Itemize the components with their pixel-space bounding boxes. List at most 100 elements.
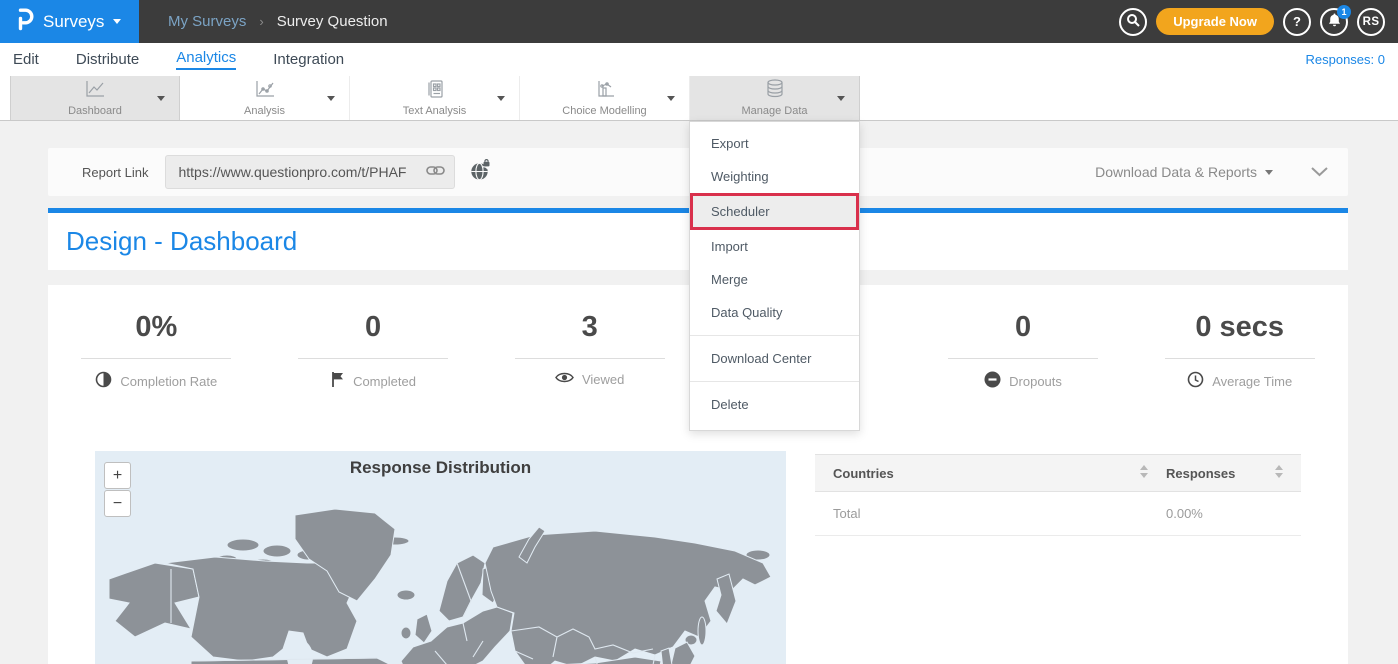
stat-label: Completed — [353, 374, 416, 389]
stat-value: 0% — [48, 309, 265, 345]
database-icon — [764, 79, 786, 103]
report-url-box — [165, 155, 455, 189]
stat-value: 0 — [915, 309, 1132, 345]
map-zoom-out-button[interactable]: − — [104, 490, 131, 517]
map-zoom-controls: + − — [104, 462, 131, 517]
tab-manage-data[interactable]: Manage Data — [690, 76, 860, 120]
stat-value: 3 — [481, 309, 698, 345]
stat-average-time: 0 secs Average Time — [1131, 309, 1348, 391]
tab-label: Text Analysis — [403, 105, 467, 117]
tab-label: Analysis — [244, 105, 285, 117]
menu-item-data-quality[interactable]: Data Quality — [690, 296, 859, 329]
table-header-countries[interactable]: Countries — [833, 465, 1148, 481]
divider — [948, 358, 1098, 359]
search-icon — [1126, 13, 1140, 30]
stat-label: Dropouts — [1009, 374, 1062, 389]
notifications-button[interactable]: 1 — [1320, 8, 1348, 36]
map-zoom-in-button[interactable]: + — [104, 462, 131, 489]
stat-label: Completion Rate — [120, 374, 217, 389]
menu-divider — [690, 381, 859, 382]
analytics-toolbar: Dashboard Analysis Text Analysis Choice … — [0, 76, 1398, 121]
nav-item-integration[interactable]: Integration — [273, 51, 344, 68]
response-distribution-map: Response Distribution + − — [95, 451, 786, 664]
model-chart-icon — [594, 80, 616, 103]
report-url-input[interactable] — [178, 164, 426, 180]
menu-item-delete[interactable]: Delete — [690, 388, 859, 421]
chevron-down-icon — [327, 96, 335, 105]
table-header-responses[interactable]: Responses — [1148, 465, 1283, 481]
menu-item-import[interactable]: Import — [690, 230, 859, 263]
avatar[interactable]: RS — [1357, 8, 1385, 36]
avatar-initials: RS — [1363, 16, 1380, 28]
header-label: Countries — [833, 466, 894, 481]
header-label: Responses — [1166, 466, 1235, 481]
map-title: Response Distribution — [95, 458, 786, 478]
countries-table: Countries Responses Total 0.00% — [815, 454, 1301, 664]
tab-label: Choice Modelling — [562, 105, 646, 117]
minus-circle-icon — [984, 371, 1001, 391]
sort-icon — [1140, 465, 1148, 481]
tab-label: Dashboard — [68, 105, 122, 117]
notification-badge: 1 — [1337, 5, 1351, 19]
stat-label: Viewed — [582, 372, 624, 387]
clock-icon — [1187, 371, 1204, 391]
stat-dropouts: 0 Dropouts — [915, 309, 1132, 391]
chevron-down-icon — [497, 96, 505, 105]
report-link-label: Report Link — [82, 165, 148, 180]
chevron-down-icon — [157, 96, 165, 105]
menu-item-merge[interactable]: Merge — [690, 263, 859, 296]
stat-viewed: 3 Viewed — [481, 309, 698, 391]
questionpro-logo-icon — [15, 7, 34, 37]
eye-icon — [555, 371, 574, 387]
divider — [1165, 358, 1315, 359]
tab-text-analysis[interactable]: Text Analysis — [350, 76, 520, 120]
total-label: Total — [833, 506, 860, 521]
stat-value: 0 secs — [1131, 309, 1348, 345]
divider — [81, 358, 231, 359]
download-data-reports-dropdown[interactable]: Download Data & Reports — [1095, 164, 1273, 180]
help-button[interactable]: ? — [1283, 8, 1311, 36]
world-map-canvas[interactable] — [95, 451, 786, 664]
document-icon — [425, 80, 445, 103]
line-chart-icon — [84, 80, 106, 103]
copy-link-button[interactable] — [426, 164, 445, 180]
download-data-reports-label: Download Data & Reports — [1095, 164, 1257, 180]
flag-icon — [330, 371, 345, 391]
pie-chart-icon — [95, 371, 112, 391]
question-mark-icon: ? — [1293, 14, 1301, 29]
chevron-down-icon — [837, 96, 845, 105]
breadcrumb-current: Survey Question — [277, 13, 388, 30]
stat-label: Average Time — [1212, 374, 1292, 389]
top-header: Surveys My Surveys › Survey Question Upg… — [0, 0, 1398, 43]
stat-value: 0 — [265, 309, 482, 345]
chevron-down-icon — [113, 19, 121, 28]
tab-dashboard[interactable]: Dashboard — [10, 76, 180, 120]
tab-analysis[interactable]: Analysis — [180, 76, 350, 120]
globe-lock-icon — [469, 159, 492, 185]
breadcrumb-my-surveys[interactable]: My Surveys — [168, 13, 246, 30]
responses-count[interactable]: Responses: 0 — [1306, 52, 1386, 67]
surveys-product-menu[interactable]: Surveys — [0, 0, 139, 43]
sort-icon — [1275, 465, 1283, 481]
menu-item-scheduler[interactable]: Scheduler — [690, 193, 859, 230]
survey-nav: Edit Distribute Analytics Integration Re… — [0, 43, 1398, 76]
tab-choice-modelling[interactable]: Choice Modelling — [520, 76, 690, 120]
total-responses-value: 0.00% — [1166, 506, 1203, 521]
stat-completed: 0 Completed — [265, 309, 482, 391]
collapse-chevron-button[interactable] — [1311, 167, 1328, 177]
upgrade-now-button[interactable]: Upgrade Now — [1156, 8, 1274, 35]
breadcrumb: My Surveys › Survey Question — [168, 13, 388, 30]
link-icon — [426, 164, 445, 180]
menu-item-download-center[interactable]: Download Center — [690, 342, 859, 375]
header-actions: Upgrade Now ? 1 RS — [1119, 8, 1398, 36]
link-privacy-button[interactable] — [469, 159, 492, 185]
menu-item-export[interactable]: Export — [690, 127, 859, 160]
chevron-down-icon — [1265, 170, 1273, 179]
nav-item-distribute[interactable]: Distribute — [76, 51, 139, 68]
search-button[interactable] — [1119, 8, 1147, 36]
nav-item-edit[interactable]: Edit — [13, 51, 39, 68]
nav-item-analytics[interactable]: Analytics — [176, 49, 236, 70]
divider — [515, 358, 665, 359]
stat-completion-rate: 0% Completion Rate — [48, 309, 265, 391]
menu-item-weighting[interactable]: Weighting — [690, 160, 859, 193]
